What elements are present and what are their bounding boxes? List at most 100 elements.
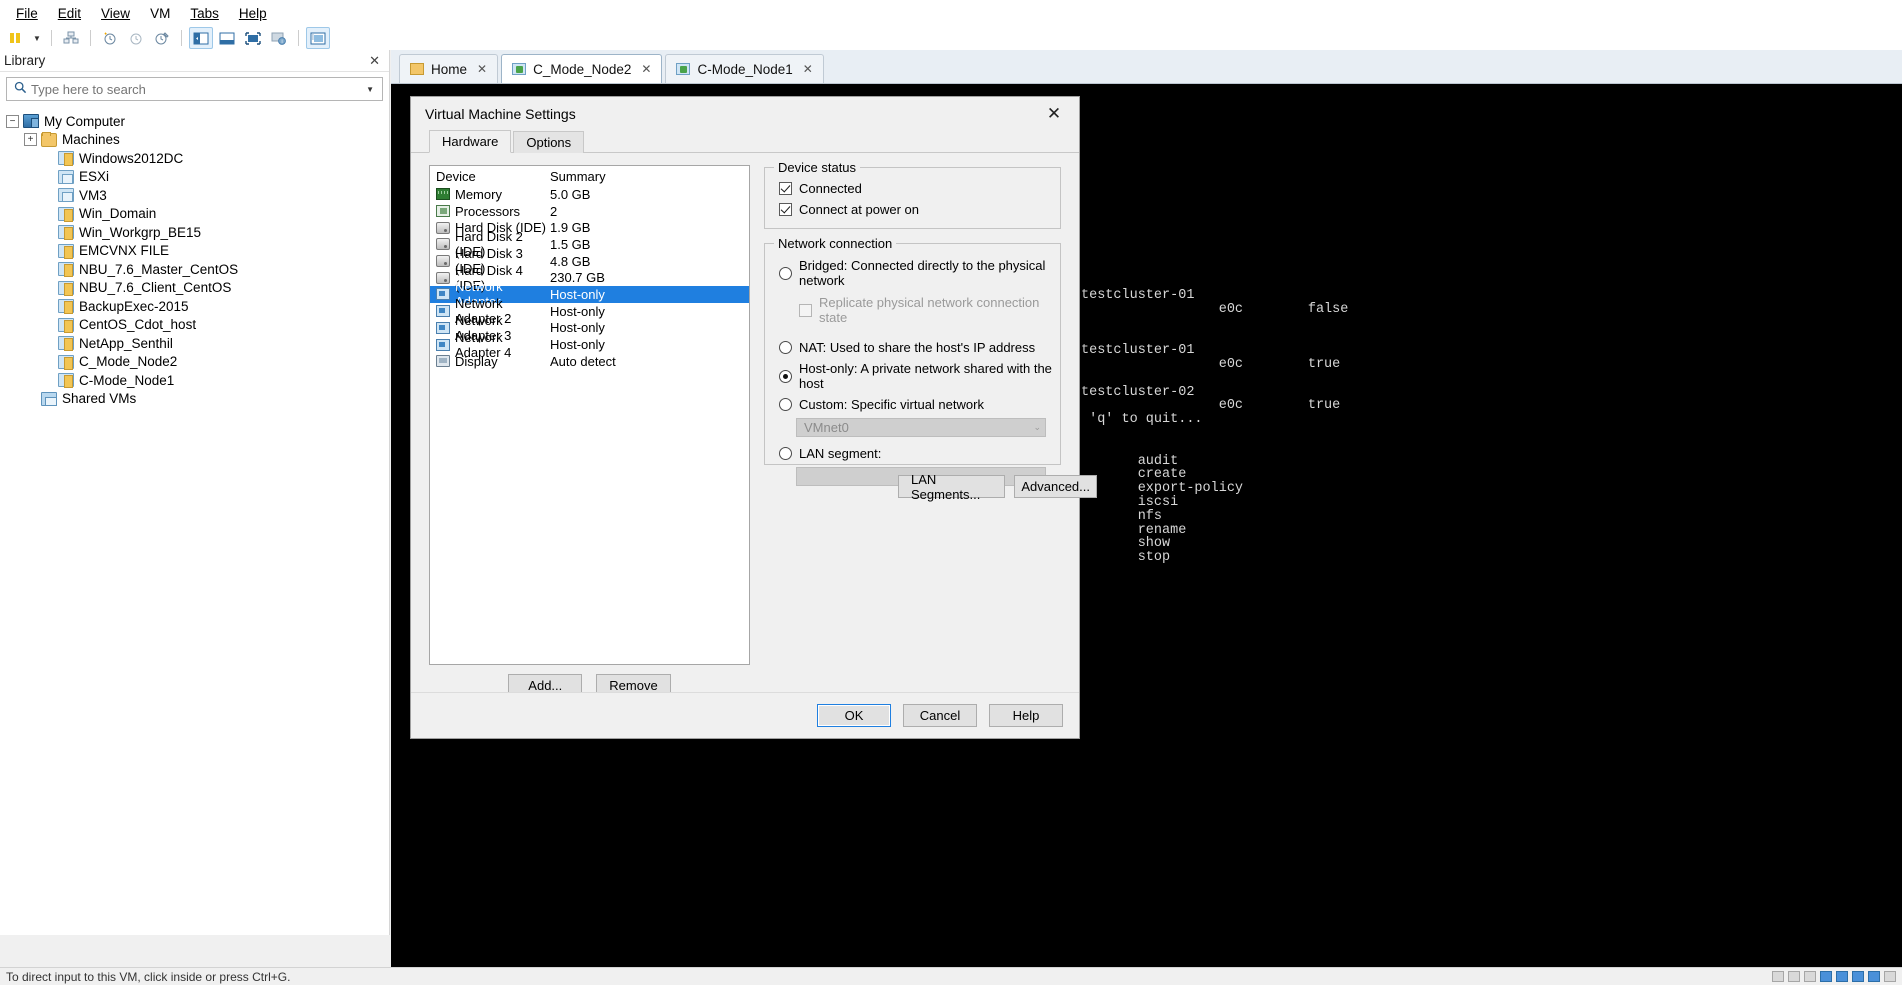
tree-item-win-workgrp-be15[interactable]: Win_Workgrp_BE15 [0, 223, 389, 242]
menu-help[interactable]: Help [229, 2, 277, 25]
status-bar: To direct input to this VM, click inside… [0, 967, 1902, 985]
console-view-icon[interactable] [306, 27, 330, 49]
radio-nat[interactable] [779, 341, 792, 354]
take-snapshot-icon[interactable] [98, 27, 122, 49]
network-icon [436, 288, 450, 300]
floppy-status-icon[interactable] [1804, 971, 1816, 982]
tree-item-c-mode-node1[interactable]: C-Mode_Node1 [0, 371, 389, 390]
radio-custom-row[interactable]: Custom: Specific virtual network [765, 397, 1060, 412]
menu-file[interactable]: File [6, 2, 48, 25]
vm-tab-c-mode-node2[interactable]: C_Mode_Node2✕ [501, 54, 662, 83]
radio-bridged-row[interactable]: Bridged: Connected directly to the physi… [765, 258, 1060, 288]
menu-tabs[interactable]: Tabs [180, 2, 229, 25]
unity-mode-icon[interactable]: i [267, 27, 291, 49]
tree-item-backupexec-2015[interactable]: BackupExec-2015 [0, 297, 389, 316]
network-status-icon[interactable] [1820, 971, 1832, 982]
radio-lan-segment-row[interactable]: LAN segment: [765, 446, 1060, 461]
tree-item-my-computer[interactable]: −My Computer [0, 112, 389, 131]
tree-item-windows2012dc[interactable]: Windows2012DC [0, 149, 389, 168]
dropdown-caret-icon[interactable]: ▼ [30, 34, 44, 43]
tree-item-nbu-7-6-master-centos[interactable]: NBU_7.6_Master_CentOS [0, 260, 389, 279]
vm-suspended-icon [58, 151, 74, 165]
radio-bridged-label: Bridged: Connected directly to the physi… [799, 258, 1060, 288]
menu-vm[interactable]: VM [140, 2, 180, 25]
tree-item-c-mode-node2[interactable]: C_Mode_Node2 [0, 353, 389, 372]
close-icon[interactable]: ✕ [638, 62, 651, 76]
cdrom-status-icon[interactable] [1788, 971, 1800, 982]
checkbox-connect-at-power-on-row[interactable]: Connect at power on [765, 202, 1060, 217]
radio-lan-segment-label: LAN segment: [799, 446, 881, 461]
printer-status-icon[interactable] [1868, 971, 1880, 982]
search-input[interactable] [29, 81, 362, 98]
library-panel: Library ✕ ▼ −My Computer + Machines Windows… [0, 50, 390, 935]
device-status-legend: Device status [774, 160, 860, 175]
dialog-title: Virtual Machine Settings [425, 106, 576, 122]
close-icon[interactable]: ✕ [366, 53, 383, 69]
chevron-down-icon[interactable]: ▼ [362, 85, 378, 94]
close-icon[interactable]: ✕ [474, 62, 487, 76]
menu-view[interactable]: View [91, 2, 140, 25]
tree-item-emcvnx-file[interactable]: EMCVNX FILE [0, 242, 389, 261]
radio-bridged[interactable] [779, 267, 792, 280]
tree-item-label: Shared VMs [62, 391, 136, 406]
tree-item-nbu-7-6-client-centos[interactable]: NBU_7.6_Client_CentOS [0, 279, 389, 298]
tree-item-shared-vms[interactable]: Shared VMs [0, 390, 389, 409]
vm-tab-home[interactable]: Home✕ [399, 54, 498, 83]
device-row[interactable]: Memory5.0 GB [430, 186, 749, 203]
manage-snapshots-icon[interactable] [59, 27, 83, 49]
device-row[interactable]: Processors2 [430, 203, 749, 220]
checkbox-connected[interactable] [779, 182, 792, 195]
library-search[interactable]: ▼ [6, 77, 383, 101]
tab-options[interactable]: Options [513, 131, 584, 153]
cancel-button[interactable]: Cancel [903, 704, 977, 727]
show-library-icon[interactable] [189, 27, 213, 49]
vm-tab-c-mode-node1[interactable]: C-Mode_Node1✕ [665, 54, 823, 83]
show-thumbnails-icon[interactable] [215, 27, 239, 49]
radio-host-only[interactable] [779, 370, 792, 383]
advanced-button[interactable]: Advanced... [1014, 475, 1097, 498]
expander-spacer [41, 281, 54, 294]
network-icon [436, 322, 450, 334]
lan-segments-button[interactable]: LAN Segments... [898, 475, 1005, 498]
snapshot-manager-icon[interactable] [150, 27, 174, 49]
tree-item-machines[interactable]: + Machines [0, 131, 389, 150]
expander-toggle[interactable]: + [24, 133, 37, 146]
device-row[interactable]: DisplayAuto detect [430, 353, 749, 370]
vm-suspended-icon [58, 262, 74, 276]
help-button[interactable]: Help [989, 704, 1063, 727]
device-list-panel[interactable]: Device Summary Memory5.0 GBProcessors2Ha… [429, 165, 750, 665]
close-icon[interactable]: ✕ [1033, 99, 1075, 129]
tree-item-label: Machines [62, 132, 120, 147]
radio-nat-row[interactable]: NAT: Used to share the host's IP address [765, 340, 1060, 355]
close-icon[interactable]: ✕ [800, 62, 813, 76]
tree-item-esxi[interactable]: ESXi [0, 168, 389, 187]
tree-item-label: Win_Workgrp_BE15 [79, 225, 201, 240]
tree-item-vm3[interactable]: VM3 [0, 186, 389, 205]
fullscreen-icon[interactable] [241, 27, 265, 49]
harddisk-icon [436, 222, 450, 234]
library-header: Library ✕ [0, 50, 389, 72]
revert-snapshot-icon[interactable] [124, 27, 148, 49]
tab-hardware[interactable]: Hardware [429, 130, 511, 153]
sound-status-icon[interactable] [1852, 971, 1864, 982]
radio-lan-segment[interactable] [779, 447, 792, 460]
checkbox-connect-at-power-on[interactable] [779, 203, 792, 216]
tree-item-netapp-senthil[interactable]: NetApp_Senthil [0, 334, 389, 353]
tree-item-win-domain[interactable]: Win_Domain [0, 205, 389, 224]
checkbox-connected-row[interactable]: Connected [765, 181, 1060, 196]
radio-host-only-row[interactable]: Host-only: A private network shared with… [765, 361, 1060, 391]
usb-status-icon[interactable] [1836, 971, 1848, 982]
power-pause-icon[interactable] [4, 27, 28, 49]
expander-toggle[interactable]: − [6, 115, 19, 128]
tree-item-centos-cdot-host[interactable]: CentOS_Cdot_host [0, 316, 389, 335]
toolbar-separator-4 [298, 30, 299, 46]
harddisk-status-icon[interactable] [1772, 971, 1784, 982]
tree-item-label: EMCVNX FILE [79, 243, 169, 258]
display-status-icon[interactable] [1884, 971, 1896, 982]
vm-suspended-icon [58, 225, 74, 239]
toolbar-separator-3 [181, 30, 182, 46]
device-row[interactable]: Network Adapter 4Host-only [430, 336, 749, 353]
radio-custom[interactable] [779, 398, 792, 411]
ok-button[interactable]: OK [817, 704, 891, 727]
menu-edit[interactable]: Edit [48, 2, 91, 25]
